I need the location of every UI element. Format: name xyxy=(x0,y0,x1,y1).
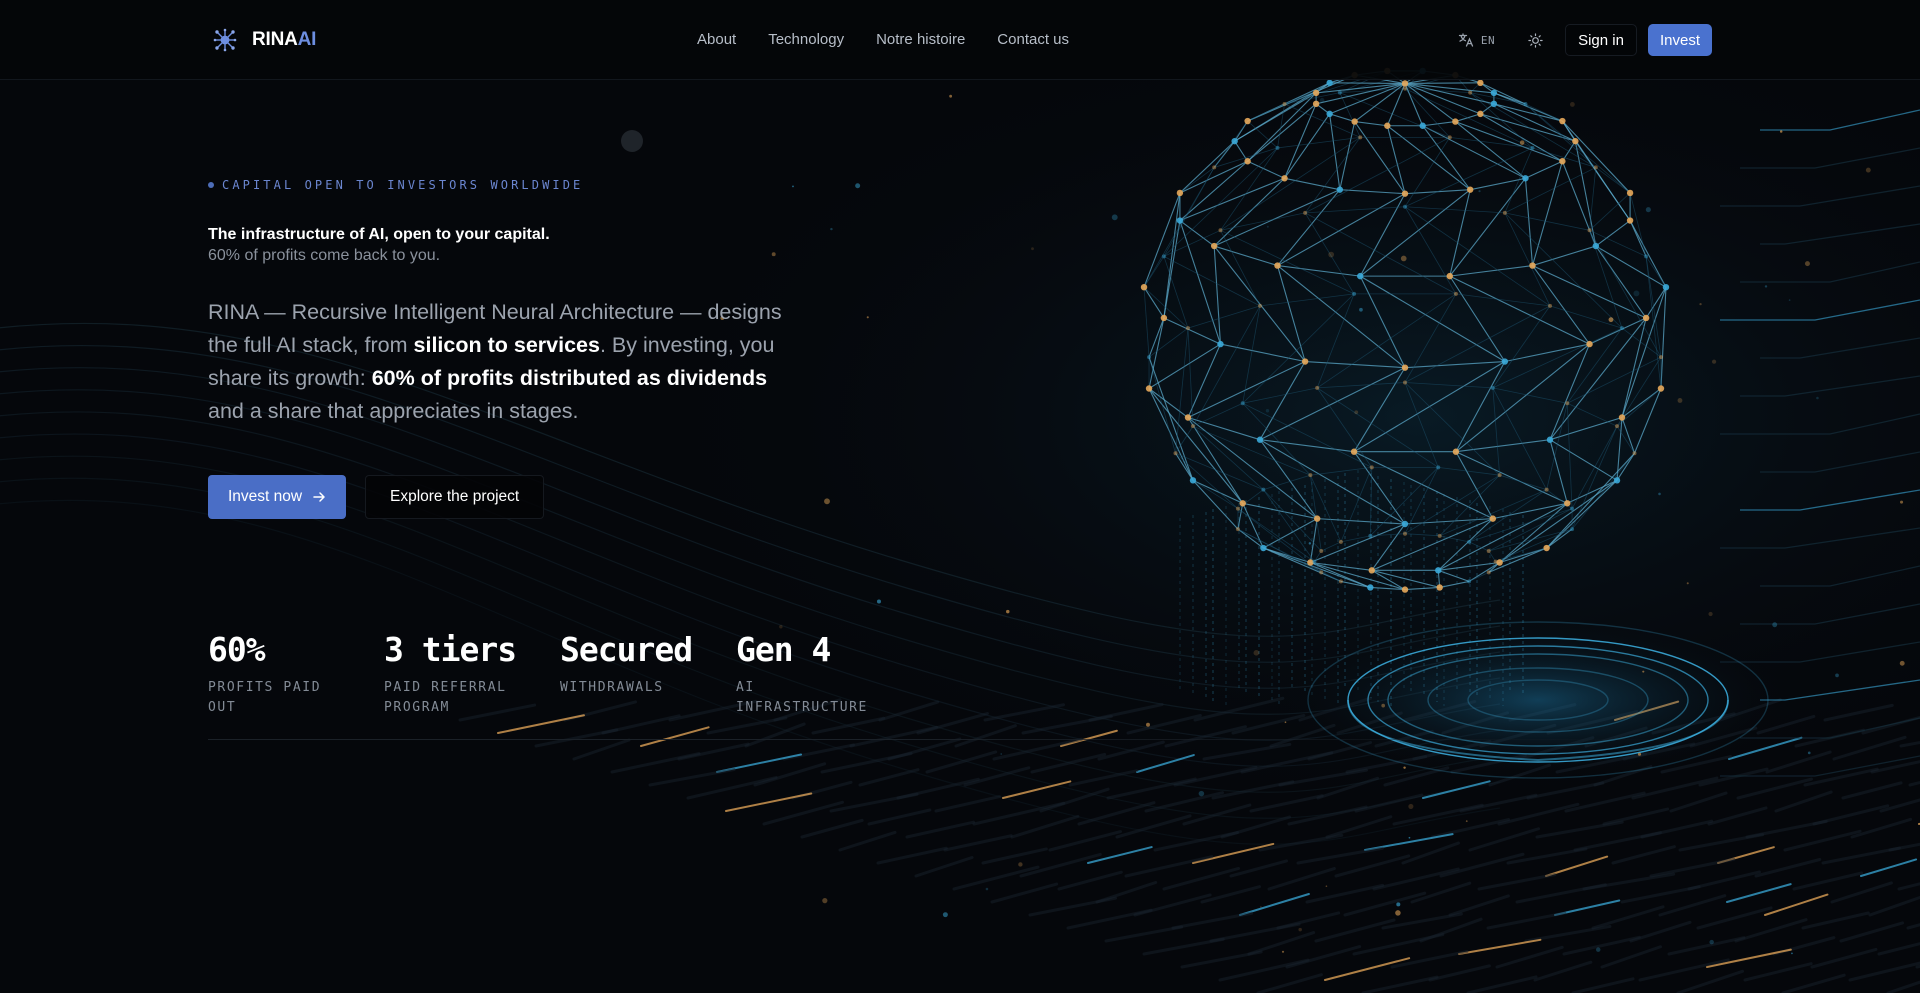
stat-label: AI INFRASTRUCTURE xyxy=(736,680,868,715)
brand-name: RINAAI xyxy=(252,29,316,51)
network-node-icon xyxy=(213,28,237,52)
headline-primary: The infrastructure of AI, open to your c… xyxy=(208,226,550,243)
stat-item: 60% PROFITS PAID OUT xyxy=(208,630,384,718)
stat-value: 60% xyxy=(208,630,266,669)
stat-item: Gen 4 AI INFRASTRUCTURE xyxy=(736,630,912,718)
eyebrow-text: CAPITAL OPEN TO INVESTORS WORLDWIDE xyxy=(222,178,584,192)
main-nav: About Technology Notre histoire Contact … xyxy=(697,28,1069,52)
hero-headline: The infrastructure of AI, open to your c… xyxy=(208,224,550,266)
brand-name-accent: AI xyxy=(297,29,317,50)
sign-in-button[interactable]: Sign in xyxy=(1565,24,1637,56)
stats-row: 60% PROFITS PAID OUT 3 tiers PAID REFERR… xyxy=(208,630,912,718)
language-switcher[interactable]: EN xyxy=(1452,24,1501,56)
sun-icon xyxy=(1527,32,1543,48)
brand-name-main: RINA xyxy=(252,29,298,50)
stat-item: 3 tiers PAID REFERRAL PROGRAM xyxy=(384,630,560,718)
brand-logo-link[interactable]: RINAAI xyxy=(212,25,316,55)
stat-label: PROFITS PAID OUT xyxy=(208,680,322,715)
hero-lead-paragraph: RINA — Recursive Intelligent Neural Arch… xyxy=(208,296,808,428)
translate-icon xyxy=(1458,33,1473,47)
header-actions: EN Sign in Invest xyxy=(1452,24,1712,56)
stat-label: PAID REFERRAL PROGRAM xyxy=(384,680,507,715)
lead-highlight-1: silicon to services xyxy=(413,333,600,357)
stat-item: Secured WITHDRAWALS xyxy=(560,630,736,718)
invest-now-button[interactable]: Invest now xyxy=(208,475,347,519)
nav-link-technology[interactable]: Technology xyxy=(768,28,844,52)
nav-link-about[interactable]: About xyxy=(697,28,736,52)
arrow-right-icon xyxy=(313,492,325,502)
stat-value: 3 tiers xyxy=(384,630,517,669)
lead-highlight-2: 60% of profits distributed as dividends xyxy=(371,366,768,390)
hero-eyebrow: CAPITAL OPEN TO INVESTORS WORLDWIDE xyxy=(208,178,583,192)
language-code: EN xyxy=(1480,33,1496,47)
stat-value: Gen 4 xyxy=(736,630,831,669)
explore-project-button[interactable]: Explore the project xyxy=(365,475,545,519)
stats-divider xyxy=(208,739,1708,740)
nav-link-notre-histoire[interactable]: Notre histoire xyxy=(876,28,965,52)
theme-toggle-button[interactable] xyxy=(1519,24,1551,56)
lead-text-3: and a share that appreciates in stages. xyxy=(208,399,579,423)
stat-value: Secured xyxy=(560,630,693,669)
invest-button[interactable]: Invest xyxy=(1647,24,1712,56)
headline-secondary: 60% of profits come back to you. xyxy=(208,247,441,264)
eyebrow-dot-icon xyxy=(208,182,214,188)
invest-now-label: Invest now xyxy=(228,488,303,505)
top-navigation-bar: RINAAI About Technology Notre histoire C… xyxy=(0,0,1920,80)
stat-label: WITHDRAWALS xyxy=(560,680,664,695)
nav-link-contact[interactable]: Contact us xyxy=(997,28,1069,52)
